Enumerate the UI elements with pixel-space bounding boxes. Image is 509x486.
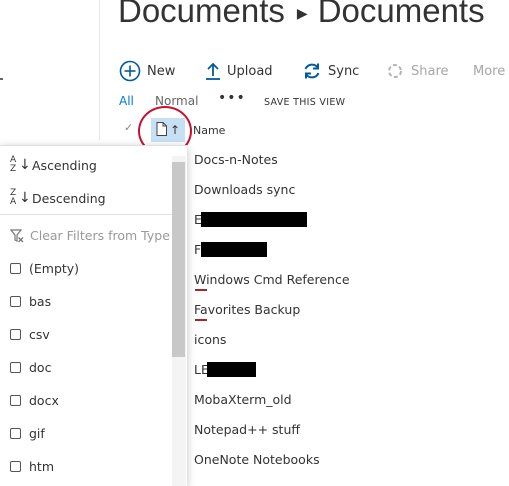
down-arrow-icon: ↓ (19, 157, 31, 173)
list-item[interactable]: Downloads sync (194, 182, 295, 197)
filter-option[interactable]: docx (10, 393, 59, 408)
clear-filter-icon (10, 228, 24, 243)
filter-option[interactable]: (Empty) (10, 261, 79, 276)
filter-option[interactable]: gif (10, 426, 45, 441)
filter-option-label: bas (29, 294, 52, 309)
redaction-block (207, 362, 256, 377)
sort-descending-item[interactable]: Z A ↓ Descending (10, 189, 106, 207)
list-item[interactable]: icons (194, 332, 226, 347)
filter-checkbox[interactable] (10, 362, 21, 373)
view-more-icon[interactable]: ••• (218, 90, 246, 106)
sync-button[interactable]: Sync (302, 58, 359, 84)
breadcrumb-root[interactable]: Documents (118, 0, 285, 29)
upload-label: Upload (227, 63, 273, 79)
redaction-block (201, 242, 267, 257)
nav-divider (99, 0, 100, 140)
sort-ascending-item[interactable]: A Z ↓ Ascending (10, 156, 97, 174)
share-icon (385, 61, 405, 81)
filter-option-label: docx (29, 393, 59, 408)
filter-option[interactable]: bas (10, 294, 51, 309)
sync-label: Sync (328, 63, 360, 79)
spellcheck-underline (195, 289, 207, 291)
list-item[interactable]: OneNote Notebooks (194, 452, 320, 467)
redaction-block (201, 212, 307, 227)
new-button[interactable]: New (119, 58, 175, 84)
filter-checkbox[interactable] (10, 329, 21, 340)
view-all[interactable]: All (119, 94, 134, 108)
menu-divider (0, 214, 172, 215)
filter-option[interactable]: htm (10, 459, 54, 474)
sort-descending-icon: Z A ↓ (10, 188, 31, 207)
filter-checkbox[interactable] (10, 428, 21, 439)
more-button[interactable]: More (473, 58, 505, 84)
select-all-check-icon[interactable]: ✓ (124, 121, 133, 134)
down-arrow-icon: ↓ (19, 190, 31, 206)
breadcrumb-chevron-icon: ▶ (296, 4, 308, 21)
menu-scrollbar-thumb[interactable] (172, 162, 185, 357)
nav-marker (0, 78, 3, 80)
descending-label: Descending (32, 190, 106, 206)
filter-option[interactable]: csv (10, 327, 50, 342)
more-label: More (473, 63, 506, 79)
sort-letter-bottom: Z (10, 164, 17, 174)
filter-option-label: doc (29, 360, 52, 375)
sort-letter-bottom: A (10, 197, 17, 207)
sort-letter-top: Z (10, 188, 17, 198)
filter-option-label: (Empty) (29, 261, 80, 276)
clear-filters-label: Clear Filters from Type (30, 228, 170, 243)
clear-filters-item[interactable]: Clear Filters from Type (10, 228, 170, 243)
sort-letter-top: A (10, 155, 17, 165)
filter-checkbox[interactable] (10, 263, 21, 274)
filter-option[interactable]: doc (10, 360, 51, 375)
breadcrumb: Documents ▶ Documents (118, 0, 485, 30)
filter-checkbox[interactable] (10, 296, 21, 307)
sync-icon (302, 61, 322, 81)
filter-option-label: htm (29, 459, 54, 474)
name-column-header[interactable]: Name (193, 124, 225, 137)
filter-option-label: gif (29, 426, 45, 441)
upload-icon (205, 61, 221, 81)
column-filter-menu: A Z ↓ Ascending Z A ↓ Descending Clear F… (0, 145, 187, 486)
ascending-label: Ascending (32, 157, 97, 173)
sort-ascending-icon: A Z ↓ (10, 155, 31, 174)
new-label: New (147, 63, 176, 79)
filter-checkbox[interactable] (10, 461, 21, 472)
list-item[interactable]: Notepad++ stuff (194, 422, 300, 437)
save-view-button[interactable]: SAVE THIS VIEW (264, 97, 345, 108)
share-label: Share (411, 63, 449, 79)
upload-button[interactable]: Upload (205, 58, 273, 84)
share-button[interactable]: Share (385, 58, 449, 84)
list-item[interactable]: Windows Cmd Reference (194, 272, 350, 287)
breadcrumb-current[interactable]: Documents (318, 0, 485, 29)
list-item[interactable]: Favorites Backup (194, 302, 300, 317)
plus-circle-icon (119, 60, 141, 82)
filter-option-label: csv (29, 327, 50, 342)
filter-checkbox[interactable] (10, 395, 21, 406)
spellcheck-underline (195, 319, 207, 321)
list-item[interactable]: Docs-n-Notes (194, 152, 278, 167)
list-item[interactable]: MobaXterm_old (194, 392, 292, 407)
